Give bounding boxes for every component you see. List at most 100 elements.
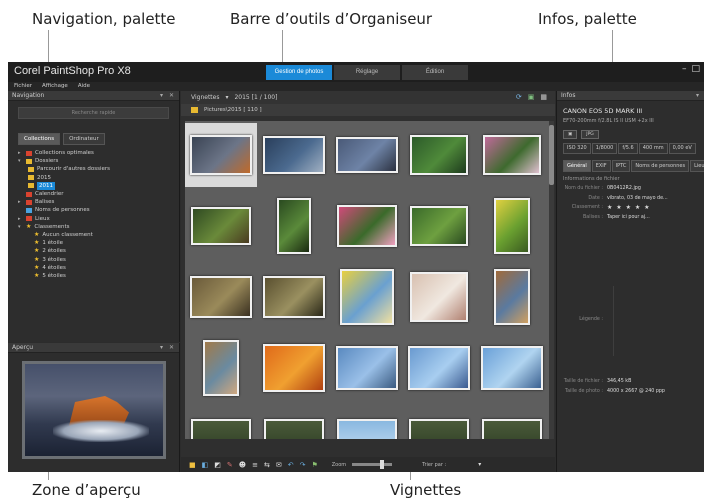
thumbnail-image[interactable] [336,205,397,247]
thumbnail-image[interactable] [190,135,252,175]
thumbnail-cell[interactable] [258,407,330,439]
tab-collections[interactable]: Collections [18,133,61,145]
tree-item-browse-folders[interactable]: Parcourir d'autres dossiers [18,165,179,173]
thumbnail-image[interactable] [335,137,398,173]
thumbnail-cell[interactable] [331,194,403,258]
view-mode-label[interactable]: Vignettes [191,94,219,101]
tool-icon[interactable]: ◩ [214,461,221,469]
thumbnail-cell[interactable] [185,265,257,329]
thumbnail-cell[interactable] [403,336,475,400]
collapse-icon[interactable]: ▾ [18,157,23,165]
thumbnail-cell[interactable] [185,336,257,400]
tool-icon[interactable]: ✎ [227,461,233,469]
thumbnail-image[interactable] [276,198,311,254]
thumbnail-cell[interactable] [331,123,403,187]
thumbnail-image[interactable] [410,272,469,322]
tree-item-calendar[interactable]: Calendrier [18,190,179,198]
thumbnail-cell[interactable] [403,194,475,258]
expand-icon[interactable]: ▸ [18,198,23,206]
tab-general[interactable]: Général [563,160,591,172]
thumbnail-cell[interactable] [258,336,330,400]
tree-item-places[interactable]: ▸ Lieux [18,215,179,223]
thumbnail-cell[interactable] [331,407,403,439]
thumbnail-image[interactable] [190,276,252,318]
rating-stars[interactable]: ★ ★ ★ ★ ★ [607,203,651,213]
thumbnail-cell[interactable] [476,194,548,258]
thumbnail-cell[interactable] [331,265,403,329]
tab-adjust[interactable]: Réglage [334,65,400,80]
tree-item-2015[interactable]: 2015 [18,174,179,182]
panel-controls-icon[interactable]: ▾ ✕ [160,343,176,353]
expand-icon[interactable]: ▸ [18,149,23,157]
tool-icon[interactable]: ☻ [239,461,246,469]
menu-help[interactable]: Aide [78,82,90,91]
thumbnail-image[interactable] [408,346,471,390]
thumbnail-image[interactable] [262,136,325,174]
thumbnail-image[interactable] [339,269,394,325]
tab-exif[interactable]: EXIF [591,160,611,172]
thumbnail-cell[interactable] [403,407,475,439]
scrollbar-thumb[interactable] [549,125,554,185]
tree-item-2-stars[interactable]: ★ 2 étoiles [18,247,179,255]
thumbnail-cell[interactable] [476,336,548,400]
tab-location[interactable]: Lieu [690,160,704,172]
tree-item-people[interactable]: Noms de personnes [18,206,179,214]
thumbnail-cell[interactable] [476,407,548,439]
tree-item-tags[interactable]: ▸ Balises [18,198,179,206]
thumbnail-image[interactable] [203,340,239,396]
thumbnail-image[interactable] [263,419,324,439]
tree-item-ratings[interactable]: ▾ ★ Classements [18,223,179,231]
thumbnail-cell[interactable] [258,123,330,187]
quick-search-input[interactable]: Recherche rapide [18,107,169,119]
thumbnail-cell[interactable] [331,336,403,400]
thumbnail-image[interactable] [482,419,543,439]
tab-iptc[interactable]: IPTC [611,160,631,172]
thumbnail-cell[interactable] [258,194,330,258]
tab-manage[interactable]: Gestion de photos [266,65,332,80]
thumbnail-cell[interactable] [476,265,548,329]
thumbnail-cell[interactable] [403,123,475,187]
collapse-icon[interactable]: ▾ [18,223,23,231]
thumbnail-cell[interactable] [403,265,475,329]
tab-people-names[interactable]: Noms de personnes [631,160,690,172]
sort-by-label[interactable]: Trier par : [422,462,446,468]
tool-icon[interactable]: ≡ [252,461,258,469]
tree-item-smart-collections[interactable]: ▸ Collections optimales [18,149,179,157]
zoom-slider-knob[interactable] [380,460,385,469]
thumbnail-image[interactable] [191,207,251,245]
refresh-icon[interactable]: ⟳ [516,93,522,101]
expand-icon[interactable]: ▸ [18,215,23,223]
maximize-icon[interactable]: □ [691,64,700,74]
tree-item-5-stars[interactable]: ★ 5 étoiles [18,272,179,280]
tree-item-2011[interactable]: 2011 [18,181,179,190]
thumbnail-cell[interactable] [185,123,257,187]
thumbnail-image[interactable] [336,419,397,439]
caption-box[interactable] [613,286,704,356]
tree-item-1-star[interactable]: ★ 1 étoile [18,239,179,247]
tool-icon[interactable]: ⇆ [264,461,270,469]
minimize-icon[interactable]: – [682,64,687,74]
thumbnail-image[interactable] [410,206,469,246]
thumbnail-image[interactable] [262,276,325,318]
zoom-slider[interactable] [352,460,393,469]
tab-edit[interactable]: Édition [402,65,468,80]
chevron-down-icon[interactable]: ▾ [478,461,481,468]
image-view-icon[interactable]: ▣ [528,93,535,101]
tool-icon[interactable]: ↷ [300,461,306,469]
thumbnail-image[interactable] [335,346,398,390]
chevron-down-icon[interactable]: ▾ [225,94,228,101]
tool-icon[interactable]: ◧ [202,461,209,469]
thumbnail-cell[interactable] [185,194,257,258]
tab-computer[interactable]: Ordinateur [63,133,105,145]
menu-file[interactable]: Fichier [14,82,32,91]
tool-icon[interactable]: ■ [189,461,196,469]
tool-icon[interactable]: ⚑ [311,461,317,469]
vertical-scrollbar[interactable] [549,121,554,439]
grid-view-icon[interactable]: ▦ [540,93,547,101]
thumbnail-cell[interactable] [476,123,548,187]
thumbnail-image[interactable] [483,135,542,175]
thumbnail-cell[interactable] [185,407,257,439]
tree-item-folders[interactable]: ▾ Dossiers [18,157,179,165]
panel-controls-icon[interactable]: ▾ ✕ [160,91,176,101]
tree-item-no-rating[interactable]: ★ Aucun classement [18,231,179,239]
